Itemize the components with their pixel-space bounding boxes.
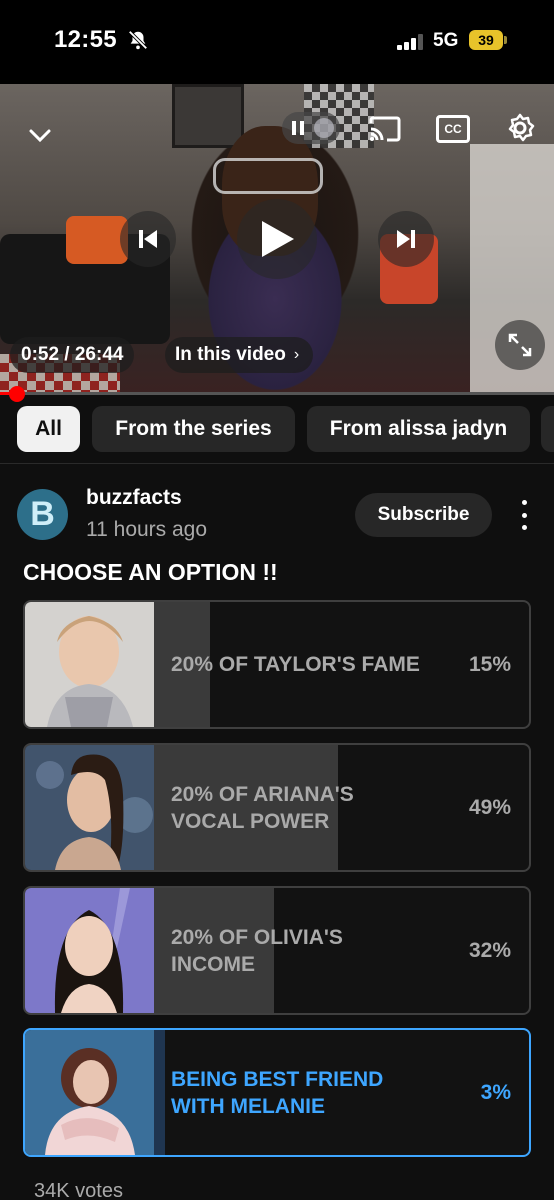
option-label: BEING BEST FRIEND WITH MELANIE — [171, 1067, 384, 1118]
chapters-button[interactable]: In this video › — [165, 337, 314, 373]
option-photo — [25, 602, 154, 727]
divider — [0, 463, 554, 464]
chip-from-channel[interactable]: From alissa jadyn — [307, 406, 530, 452]
option-label: 20% OF OLIVIA'S INCOME — [171, 925, 343, 976]
cast-icon — [369, 116, 401, 142]
video-frame-scene — [172, 84, 244, 148]
minimize-button[interactable] — [24, 122, 56, 150]
previous-button[interactable] — [120, 211, 176, 267]
pause-icon — [292, 121, 304, 135]
cast-button[interactable] — [367, 114, 403, 144]
channel-name[interactable]: buzzfacts — [86, 486, 182, 510]
status-time: 12:55 — [54, 26, 117, 53]
fullscreen-button[interactable] — [495, 320, 545, 370]
progress-bar[interactable] — [0, 392, 554, 395]
option-photo — [25, 1030, 154, 1155]
cc-icon: CC — [444, 122, 462, 136]
chip-more[interactable] — [541, 406, 554, 452]
poll-option-ariana[interactable]: 20% OF ARIANA'S VOCAL POWER 49% — [23, 743, 531, 872]
option-percent: 49% — [468, 795, 511, 819]
option-label: 20% OF TAYLOR'S FAME — [171, 653, 420, 676]
play-icon — [262, 221, 294, 257]
option-photo — [25, 745, 154, 870]
network-type: 5G — [433, 30, 459, 51]
next-icon — [397, 230, 415, 248]
poll-option-melanie[interactable]: BEING BEST FRIEND WITH MELANIE 3% — [23, 1028, 531, 1157]
play-button[interactable] — [237, 199, 317, 279]
chevron-right-icon: › — [293, 346, 300, 363]
scrubber-handle[interactable] — [9, 386, 25, 402]
subscribe-button[interactable]: Subscribe — [355, 493, 492, 537]
bell-off-icon — [128, 30, 148, 50]
chip-all[interactable]: All — [17, 406, 80, 452]
option-label: 20% OF ARIANA'S VOCAL POWER — [171, 782, 354, 833]
poll-option-olivia[interactable]: 20% OF OLIVIA'S INCOME 32% — [23, 886, 531, 1015]
battery-level: 39 — [469, 30, 503, 50]
next-button[interactable] — [378, 211, 434, 267]
chapters-label: In this video — [175, 344, 286, 365]
option-result-bar — [154, 1030, 166, 1155]
previous-icon — [139, 230, 157, 248]
settings-button[interactable] — [504, 112, 536, 144]
status-bar: 12:55 5G 39 — [0, 0, 554, 84]
option-percent: 3% — [480, 1080, 511, 1104]
battery-icon: 39 — [469, 30, 507, 50]
signal-icon — [397, 34, 423, 50]
poll-question: CHOOSE AN OPTION !! — [23, 559, 278, 585]
autoplay-toggle[interactable] — [282, 112, 340, 144]
more-options-icon[interactable] — [516, 500, 532, 530]
option-percent: 32% — [468, 938, 511, 962]
filter-chips: All From the series From alissa jadyn — [0, 406, 554, 454]
video-player[interactable]: CC 0:52 / 26:44 In this video › — [0, 84, 554, 394]
fullscreen-icon — [508, 333, 532, 357]
channel-avatar[interactable]: B — [17, 489, 68, 540]
chip-from-series[interactable]: From the series — [92, 406, 295, 452]
poll-option-taylor[interactable]: 20% OF TAYLOR'S FAME 15% — [23, 600, 531, 729]
chevron-down-icon — [29, 129, 51, 143]
option-percent: 15% — [468, 652, 511, 676]
time-display: 0:52 / 26:44 — [10, 337, 135, 373]
vote-count: 34K votes — [34, 1180, 123, 1200]
gear-icon — [508, 113, 535, 142]
option-photo — [25, 888, 154, 1013]
post-time: 11 hours ago — [86, 518, 208, 541]
cc-button[interactable]: CC — [436, 115, 470, 143]
